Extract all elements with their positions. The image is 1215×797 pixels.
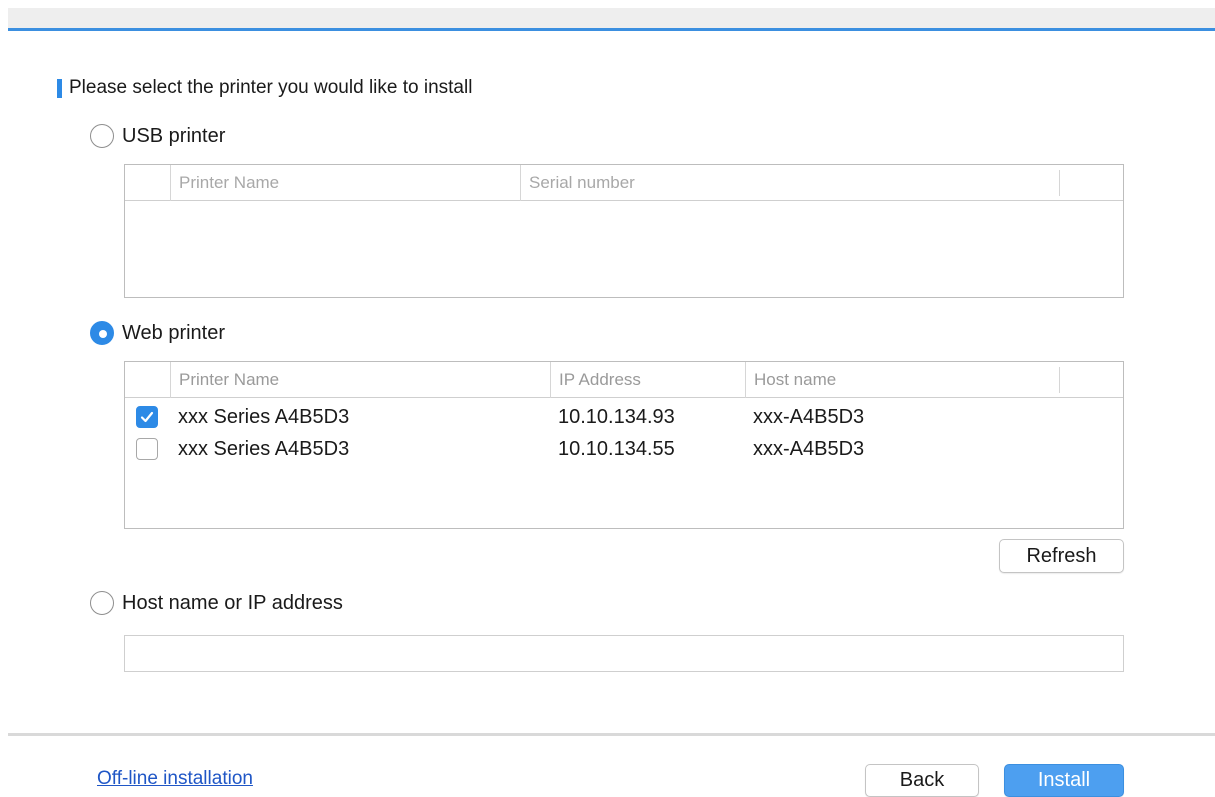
- offline-installation-link[interactable]: Off-line installation: [97, 768, 253, 790]
- host-ip-input[interactable]: [124, 635, 1124, 672]
- section-title-text: Please select the printer you would like…: [69, 77, 473, 98]
- web-radio-button[interactable]: [90, 321, 114, 345]
- footer-divider: [8, 733, 1215, 736]
- title-marker: [57, 78, 62, 98]
- section-title: Please select the printer you would like…: [57, 77, 472, 99]
- refresh-button[interactable]: Refresh: [999, 539, 1124, 573]
- web-column-printer-name[interactable]: Printer Name: [170, 362, 550, 398]
- web-column-end-divider: [1059, 367, 1060, 393]
- printer-name-cell: xxx Series A4B5D3: [178, 437, 350, 460]
- install-button[interactable]: Install: [1004, 764, 1124, 797]
- web-table-header: Printer Name IP Address Host name: [125, 362, 1123, 398]
- host-ip-radio-button[interactable]: [90, 591, 114, 615]
- accent-divider: [8, 28, 1215, 31]
- web-printer-table: Printer Name IP Address Host name xxx Se…: [124, 361, 1124, 529]
- usb-printer-table: Printer Name Serial number: [124, 164, 1124, 298]
- back-button[interactable]: Back: [865, 764, 979, 797]
- usb-printer-label: USB printer: [122, 124, 226, 147]
- usb-printer-option[interactable]: USB printer: [90, 124, 225, 148]
- web-printer-option[interactable]: Web printer: [90, 321, 225, 345]
- ip-address-cell: 10.10.134.55: [558, 437, 675, 460]
- window-top-band: [8, 8, 1215, 30]
- web-column-host-name[interactable]: Host name: [745, 362, 1060, 398]
- usb-radio-button[interactable]: [90, 124, 114, 148]
- row-checkbox[interactable]: [136, 438, 158, 460]
- checkmark-icon: [140, 411, 154, 423]
- host-name-cell: xxx-A4B5D3: [753, 405, 865, 428]
- web-printer-label: Web printer: [122, 321, 226, 344]
- host-name-cell: xxx-A4B5D3: [753, 437, 865, 460]
- usb-column-printer-name[interactable]: Printer Name: [170, 165, 520, 201]
- web-column-ip-address[interactable]: IP Address: [550, 362, 745, 398]
- host-ip-label: Host name or IP address: [122, 591, 343, 614]
- ip-address-cell: 10.10.134.93: [558, 405, 675, 428]
- printer-name-cell: xxx Series A4B5D3: [178, 405, 350, 428]
- host-ip-option[interactable]: Host name or IP address: [90, 591, 343, 615]
- usb-column-serial-number[interactable]: Serial number: [520, 165, 1060, 201]
- row-checkbox[interactable]: [136, 406, 158, 428]
- table-row[interactable]: xxx Series A4B5D3 10.10.134.93 xxx-A4B5D…: [125, 402, 1123, 432]
- table-row[interactable]: xxx Series A4B5D3 10.10.134.55 xxx-A4B5D…: [125, 434, 1123, 464]
- usb-table-header: Printer Name Serial number: [125, 165, 1123, 201]
- usb-column-end-divider: [1059, 170, 1060, 196]
